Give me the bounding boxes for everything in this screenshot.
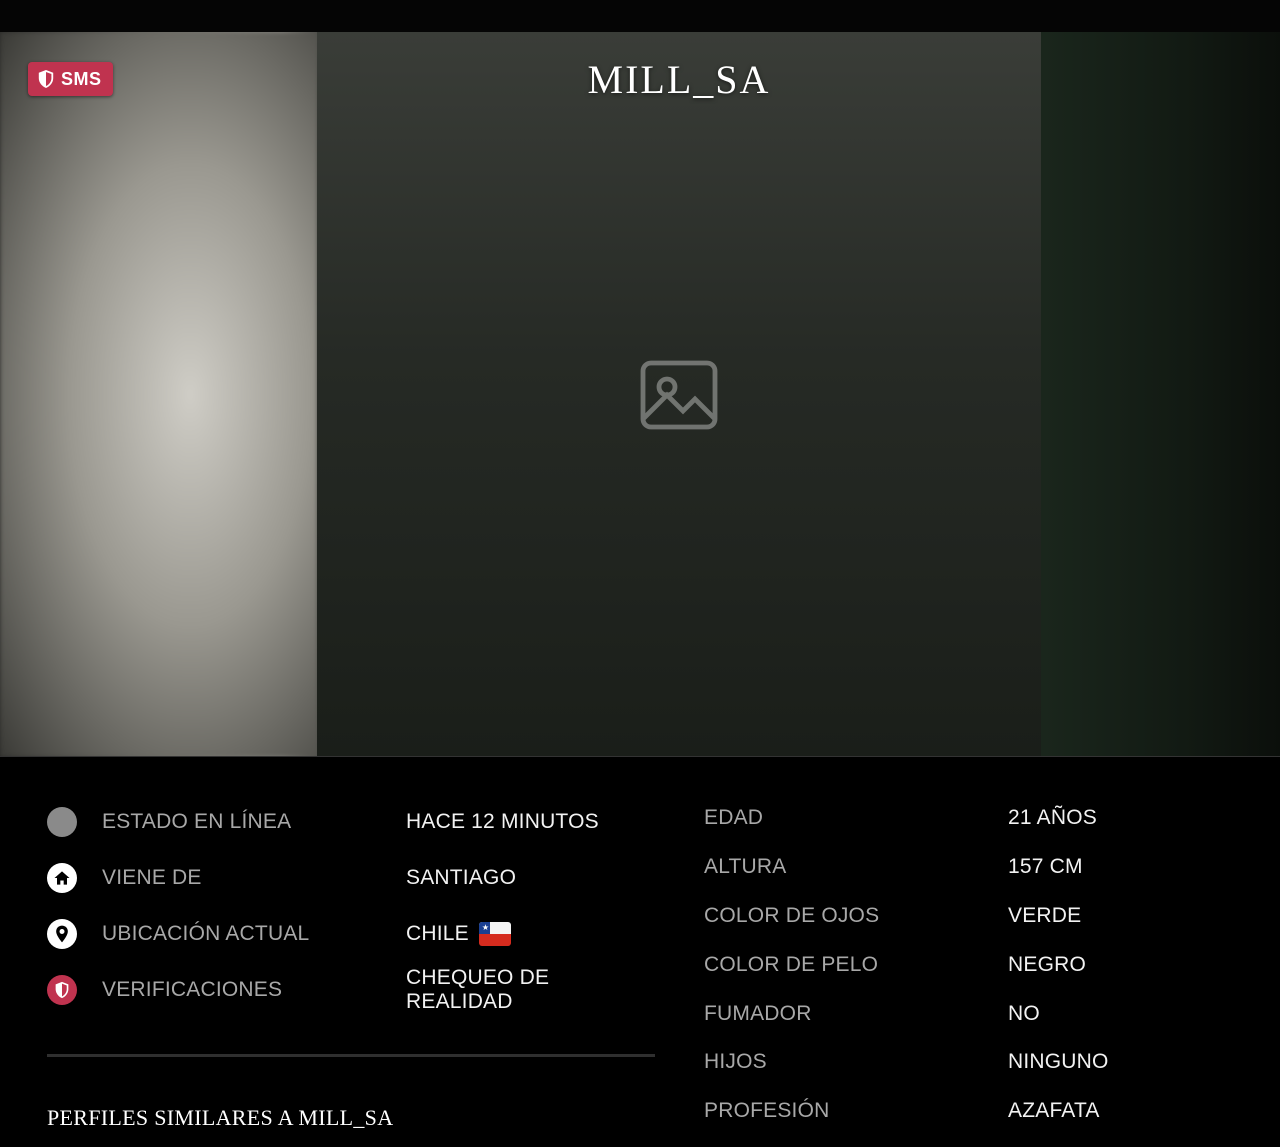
location-country: CHILE	[406, 922, 469, 945]
home-icon	[47, 863, 77, 893]
profile-name-title: MILL_SA	[587, 57, 771, 102]
attribute-row-hair-color: COLOR DE PELO NEGRO	[704, 940, 1244, 989]
hero-blurred-left	[0, 32, 317, 757]
attribute-value: 157 CM	[1008, 855, 1083, 879]
status-label: VIENE DE	[102, 866, 202, 889]
status-value: HACE 12 MINUTOS	[406, 810, 599, 833]
attribute-row-height: ALTURA 157 CM	[704, 843, 1244, 892]
online-status-dot-icon	[47, 807, 77, 837]
attribute-row-age: EDAD 21 AÑOS	[704, 794, 1244, 843]
attribute-label: PROFESIÓN	[704, 1099, 830, 1123]
status-value: CHEQUEO DE REALIDAD	[406, 966, 550, 1013]
attribute-label: FUMADOR	[704, 1001, 812, 1025]
status-list: ESTADO EN LÍNEA HACE 12 MINUTOS VIENE DE…	[47, 794, 655, 1018]
attribute-value: NEGRO	[1008, 952, 1087, 976]
location-pin-icon	[47, 919, 77, 949]
attribute-list: EDAD 21 AÑOS ALTURA 157 CM COLOR DE OJOS…	[704, 794, 1244, 1136]
status-row-origin: VIENE DE SANTIAGO	[47, 850, 655, 906]
attribute-label: COLOR DE PELO	[704, 952, 879, 976]
attribute-label: HIJOS	[704, 1050, 767, 1074]
attribute-label: ALTURA	[704, 855, 787, 879]
attribute-row-smoker: FUMADOR NO	[704, 989, 1244, 1038]
similar-profiles-heading: PERFILES SIMILARES A MILL_SA	[47, 1105, 394, 1130]
hero-banner	[0, 32, 1280, 757]
status-label: VERIFICACIONES	[102, 978, 283, 1001]
attribute-row-children: HIJOS NINGUNO	[704, 1038, 1244, 1087]
profile-photo-placeholder[interactable]	[317, 32, 1041, 757]
status-row-online: ESTADO EN LÍNEA HACE 12 MINUTOS	[47, 794, 655, 850]
shield-icon	[47, 975, 77, 1005]
hero-divider	[0, 756, 1280, 757]
attribute-value: NO	[1008, 1001, 1040, 1025]
attribute-value: 21 AÑOS	[1008, 806, 1097, 830]
attribute-row-profession: PROFESIÓN AZAFATA	[704, 1087, 1244, 1136]
hero-blurred-right	[1041, 32, 1280, 757]
status-label: UBICACIÓN ACTUAL	[102, 922, 310, 945]
chile-flag-icon: ★	[478, 922, 511, 946]
attribute-row-eye-color: COLOR DE OJOS VERDE	[704, 892, 1244, 941]
attribute-value: AZAFATA	[1008, 1099, 1100, 1123]
status-label: ESTADO EN LÍNEA	[102, 810, 292, 833]
attribute-value: VERDE	[1008, 903, 1082, 927]
status-row-location: UBICACIÓN ACTUAL CHILE ★	[47, 906, 655, 962]
section-divider	[47, 1054, 655, 1057]
attribute-value: NINGUNO	[1008, 1050, 1109, 1074]
status-value: SANTIAGO	[406, 866, 517, 889]
status-value-location: CHILE ★	[406, 922, 511, 946]
image-placeholder-icon	[640, 360, 718, 429]
attribute-label: EDAD	[704, 806, 764, 830]
attribute-label: COLOR DE OJOS	[704, 903, 880, 927]
status-row-verification: VERIFICACIONES CHEQUEO DE REALIDAD	[47, 962, 655, 1018]
top-bar	[0, 0, 1280, 32]
